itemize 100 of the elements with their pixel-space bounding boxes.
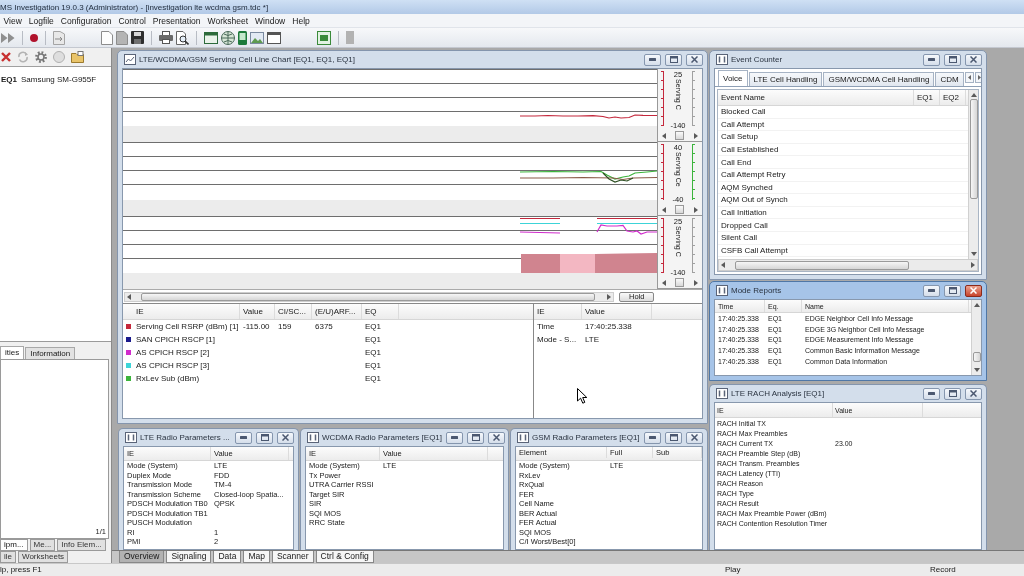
up-arrow-icon[interactable]	[973, 303, 980, 307]
navigator-tab[interactable]: Info Elem...	[57, 539, 106, 551]
scrollbar-thumb[interactable]	[675, 205, 684, 214]
maximize-button[interactable]	[944, 387, 961, 400]
close-button[interactable]	[686, 431, 703, 444]
scrollbar-thumb[interactable]	[141, 292, 595, 301]
column-header[interactable]: Value	[582, 304, 652, 319]
down-arrow-icon[interactable]	[970, 252, 977, 256]
column-header[interactable]: Event Name	[718, 90, 914, 105]
navigator-tab[interactable]: Worksheets	[18, 551, 69, 563]
menu-item[interactable]: Control	[114, 15, 150, 26]
window-icon[interactable]	[204, 31, 218, 44]
tab[interactable]: Voice	[718, 70, 748, 86]
column-header[interactable]: IE	[123, 304, 240, 319]
close-button[interactable]	[965, 387, 982, 400]
minimize-button[interactable]	[923, 53, 940, 66]
navigator-tab[interactable]: ipm...	[0, 539, 28, 551]
maximize-button[interactable]	[665, 53, 682, 66]
close-button[interactable]	[965, 284, 982, 297]
column-header[interactable]: EQ2	[940, 90, 966, 105]
record-icon[interactable]	[30, 33, 38, 42]
menu-item[interactable]: Worksheet	[204, 15, 252, 26]
print-preview-icon[interactable]	[176, 30, 189, 45]
navigator-tab[interactable]: Me...	[29, 539, 56, 551]
worksheet-tab[interactable]: Scanner	[271, 551, 314, 563]
worksheet-tab[interactable]: Map	[243, 551, 270, 563]
spreadsheet-icon[interactable]	[317, 30, 331, 45]
close-button[interactable]	[488, 431, 506, 444]
tab[interactable]: CDM	[935, 72, 964, 86]
window-icon[interactable]	[267, 31, 281, 44]
vertical-scrollbar[interactable]	[968, 90, 978, 259]
scrollbar-thumb[interactable]	[969, 99, 978, 199]
left-arrow-icon[interactable]	[662, 132, 666, 139]
menu-item[interactable]: View	[0, 15, 26, 26]
menu-item[interactable]: Presentation	[149, 15, 205, 26]
column-header[interactable]: (E/U)ARF...	[312, 304, 362, 319]
scrollbar-thumb[interactable]	[972, 352, 981, 362]
scrollbar-thumb[interactable]	[675, 278, 684, 287]
minimize-button[interactable]	[923, 387, 940, 400]
minimize-button[interactable]	[644, 431, 661, 444]
up-arrow-icon[interactable]	[970, 93, 977, 97]
picture-icon[interactable]	[250, 31, 264, 44]
worksheet-tab[interactable]: Ctrl & Config	[315, 551, 374, 563]
menu-item[interactable]: Configuration	[57, 15, 115, 26]
column-header[interactable]: Value	[240, 304, 275, 319]
maximize-button[interactable]	[944, 284, 961, 297]
equipment-item[interactable]: EQ1 Samsung SM-G955F	[1, 75, 111, 84]
column-header[interactable]: EQ1	[914, 90, 940, 105]
worksheet-tab[interactable]: Signaling	[166, 551, 212, 563]
scrollbar-thumb[interactable]	[675, 131, 684, 140]
worksheet-tab[interactable]: Data	[213, 551, 242, 563]
minimize-button[interactable]	[446, 431, 464, 444]
maximize-button[interactable]	[467, 431, 485, 444]
left-arrow-icon[interactable]	[662, 206, 666, 213]
navigator-tab[interactable]: ile	[0, 551, 16, 563]
left-arrow-icon[interactable]	[721, 262, 725, 268]
save-icon[interactable]	[131, 31, 144, 44]
menu-item[interactable]: Help	[288, 15, 314, 26]
close-button[interactable]	[965, 53, 982, 66]
right-arrow-icon[interactable]	[607, 293, 611, 300]
column-header[interactable]: CI/SC...	[275, 304, 312, 319]
panel-tab[interactable]: ities	[0, 346, 25, 359]
left-arrow-icon[interactable]	[662, 279, 666, 286]
menu-item[interactable]: Window	[251, 15, 289, 26]
globe-icon[interactable]	[221, 30, 235, 45]
horizontal-scrollbar[interactable]	[124, 291, 614, 302]
cross-icon[interactable]	[1, 52, 11, 62]
document-arrow-icon[interactable]	[53, 30, 65, 45]
folder-icon[interactable]	[71, 51, 84, 63]
column-header[interactable]: IE	[534, 304, 582, 319]
worksheet-tab[interactable]: Overview	[119, 551, 165, 563]
right-arrow-icon[interactable]	[971, 262, 975, 268]
horizontal-scrollbar[interactable]	[718, 259, 978, 271]
column-header[interactable]: EQ	[362, 304, 399, 319]
maximize-button[interactable]	[256, 431, 273, 444]
scrollbar-thumb[interactable]	[735, 260, 909, 270]
minimize-button[interactable]	[235, 431, 252, 444]
right-arrow-icon[interactable]	[694, 132, 698, 139]
tab[interactable]: LTE Cell Handling	[748, 72, 823, 86]
right-arrow-icon[interactable]	[694, 279, 698, 286]
right-arrow-icon[interactable]	[974, 72, 981, 83]
phone-icon[interactable]	[238, 30, 247, 45]
maximize-button[interactable]	[944, 53, 961, 66]
minimize-button[interactable]	[644, 53, 661, 66]
right-arrow-icon[interactable]	[694, 206, 698, 213]
minimize-button[interactable]	[923, 284, 940, 297]
maximize-button[interactable]	[665, 431, 682, 444]
settings-icon[interactable]	[35, 51, 47, 63]
down-arrow-icon[interactable]	[973, 368, 980, 372]
panel-tab[interactable]: Information	[25, 347, 76, 359]
fast-forward-icon[interactable]	[1, 30, 15, 45]
close-button[interactable]	[686, 53, 703, 66]
tab[interactable]: GSM/WCDMA Cell Handling	[823, 72, 935, 86]
left-arrow-icon[interactable]	[964, 72, 974, 83]
new-document-icon[interactable]	[101, 30, 113, 45]
left-arrow-icon[interactable]	[127, 293, 131, 300]
menu-item[interactable]: Logfile	[25, 15, 58, 26]
vertical-scrollbar[interactable]	[971, 300, 981, 375]
printer-icon[interactable]	[159, 31, 173, 44]
close-button[interactable]	[277, 431, 294, 444]
